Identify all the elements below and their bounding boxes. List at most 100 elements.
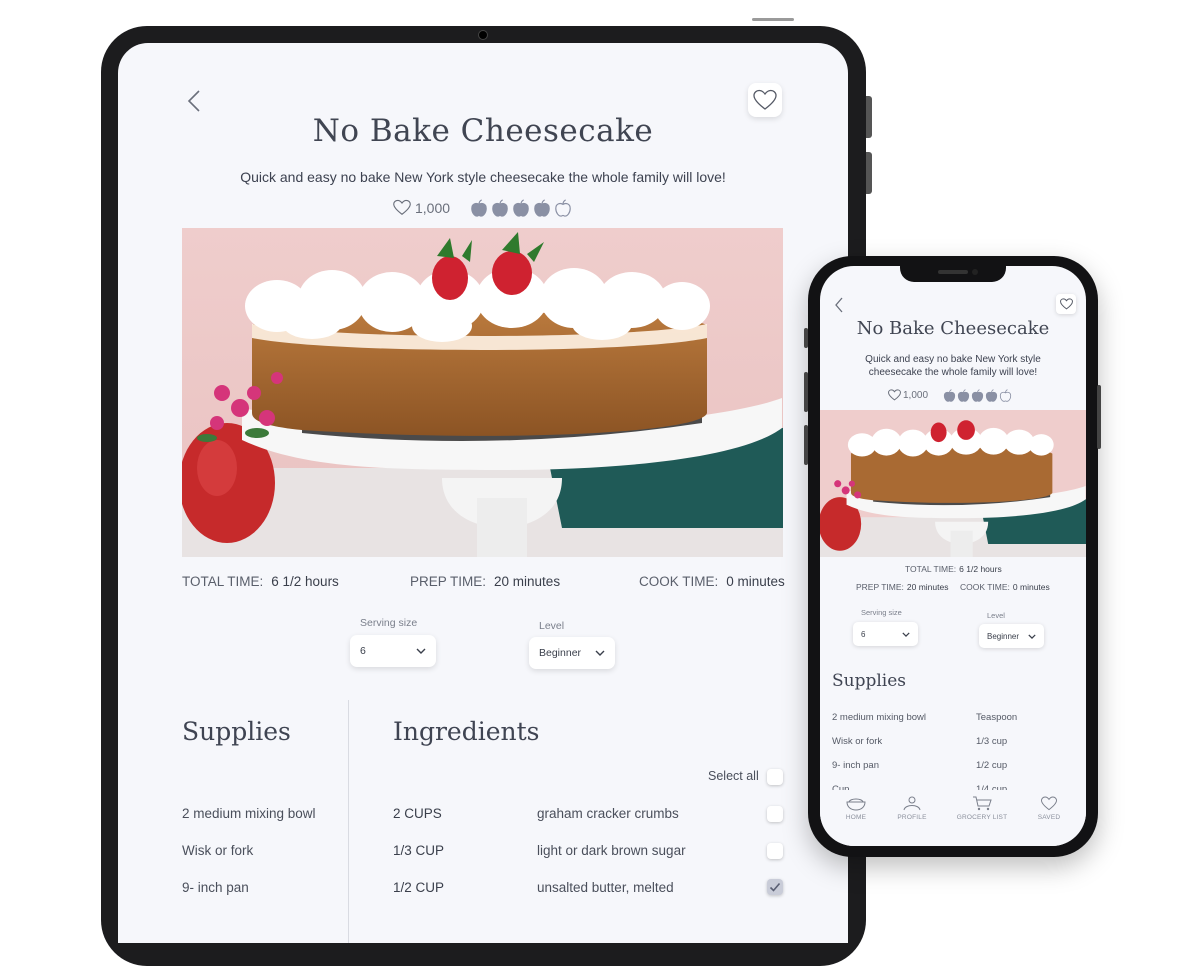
measure-item: 1/3 cup bbox=[976, 736, 1008, 747]
apple-filled-icon bbox=[471, 199, 487, 217]
cook-time: COOK TIME: 0 minutes bbox=[960, 582, 1050, 592]
prep-time-label: PREP TIME: bbox=[856, 582, 904, 592]
level-value: Beginner bbox=[539, 647, 582, 659]
level-value: Beginner bbox=[987, 631, 1020, 641]
tab-profile[interactable]: PROFILE bbox=[882, 796, 942, 821]
tablet-screen: No Bake Cheesecake Quick and easy no bak… bbox=[118, 43, 848, 943]
select-all-checkbox[interactable] bbox=[767, 769, 783, 785]
checkmark-icon bbox=[769, 882, 781, 892]
supply-item: Wisk or fork bbox=[182, 843, 254, 858]
likes-count[interactable]: 1,000 bbox=[888, 389, 928, 401]
cart-icon bbox=[973, 796, 992, 811]
total-time-label: TOTAL TIME: bbox=[905, 564, 957, 574]
total-time: TOTAL TIME: 6 1/2 hours bbox=[905, 564, 1002, 574]
tab-label: SAVED bbox=[1037, 814, 1061, 821]
difficulty-rating bbox=[943, 389, 1012, 402]
page-title: No Bake Cheesecake bbox=[312, 113, 654, 149]
total-time-value: 6 1/2 hours bbox=[271, 574, 339, 589]
cook-time-value: 0 minutes bbox=[1012, 582, 1050, 592]
prep-time: PREP TIME: 20 minutes bbox=[856, 582, 948, 592]
apple-filled-icon bbox=[513, 199, 529, 217]
apple-filled-icon bbox=[971, 389, 984, 402]
apple-filled-icon bbox=[985, 389, 998, 402]
prep-time-value: 20 minutes bbox=[906, 582, 949, 592]
phone-screen: No Bake Cheesecake Quick and easy no bak… bbox=[820, 266, 1086, 846]
total-time-value: 6 1/2 hours bbox=[959, 564, 1002, 574]
serving-size-select[interactable]: 6 bbox=[853, 622, 918, 646]
measure-item: Teaspoon bbox=[976, 712, 1018, 723]
serving-size-select[interactable]: 6 bbox=[350, 635, 436, 667]
phone-notch bbox=[900, 266, 1006, 282]
level-label: Level bbox=[539, 620, 565, 632]
ingredients-heading: Ingredients bbox=[393, 717, 540, 746]
ingredient-qty: 2 CUPS bbox=[393, 806, 442, 821]
profile-icon bbox=[903, 796, 921, 811]
level-select[interactable]: Beginner bbox=[529, 637, 615, 669]
cheesecake-image bbox=[182, 228, 783, 557]
ingredient-checkbox[interactable] bbox=[767, 843, 783, 859]
ingredient-qty: 1/2 CUP bbox=[393, 880, 445, 895]
chevron-down-icon bbox=[1028, 633, 1036, 639]
cook-time-value: 0 minutes bbox=[726, 574, 785, 589]
apple-outline-icon bbox=[555, 199, 571, 217]
ingredient-name: light or dark brown sugar bbox=[537, 843, 686, 858]
supplies-heading: Supplies bbox=[832, 671, 907, 691]
recipe-subtitle: Quick and easy no bake New York style ch… bbox=[860, 354, 1046, 379]
bowl-icon bbox=[846, 798, 866, 811]
likes-value: 1,000 bbox=[415, 199, 451, 216]
likes-value: 1,000 bbox=[903, 389, 929, 401]
tab-home[interactable]: HOME bbox=[826, 796, 886, 821]
chevron-left-icon bbox=[835, 297, 843, 313]
measure-item: 1/2 cup bbox=[976, 760, 1008, 771]
serving-size-value: 6 bbox=[360, 645, 366, 657]
heart-outline-icon bbox=[393, 199, 411, 215]
chevron-left-icon bbox=[187, 90, 200, 112]
phone-volume-button bbox=[804, 425, 808, 465]
cook-time: COOK TIME: 0 minutes bbox=[639, 574, 785, 589]
cheesecake-image bbox=[820, 410, 1086, 557]
tablet-top-bar bbox=[752, 18, 794, 21]
favorite-button[interactable] bbox=[1056, 294, 1076, 314]
heart-icon bbox=[753, 89, 777, 110]
serving-size-value: 6 bbox=[861, 629, 866, 639]
recipe-photo bbox=[182, 228, 783, 557]
tab-saved[interactable]: SAVED bbox=[1019, 796, 1079, 821]
serving-size-label: Serving size bbox=[360, 617, 418, 629]
page-title: No Bake Cheesecake bbox=[856, 318, 1050, 339]
tablet-volume-button bbox=[866, 152, 872, 194]
chevron-down-icon bbox=[902, 631, 910, 637]
subtitle-line: Quick and easy no bake New York style bbox=[865, 354, 1041, 365]
supply-item: 2 medium mixing bowl bbox=[832, 712, 926, 723]
supply-item: 9- inch pan bbox=[832, 760, 880, 771]
serving-size-label: Serving size bbox=[861, 608, 902, 617]
total-time-label: TOTAL TIME: bbox=[182, 574, 264, 589]
prep-time-value: 20 minutes bbox=[494, 574, 561, 589]
cook-time-label: COOK TIME: bbox=[639, 574, 719, 589]
supply-item: 9- inch pan bbox=[182, 880, 249, 895]
chevron-down-icon bbox=[595, 650, 605, 656]
tablet-camera bbox=[478, 30, 488, 40]
select-all-label: Select all bbox=[708, 769, 759, 783]
ingredient-checkbox-checked[interactable] bbox=[767, 879, 783, 895]
supplies-heading: Supplies bbox=[182, 717, 291, 746]
likes-count[interactable]: 1,000 bbox=[393, 199, 450, 216]
favorite-button[interactable] bbox=[748, 83, 782, 117]
supply-item: Wisk or fork bbox=[832, 736, 883, 747]
back-button[interactable] bbox=[834, 297, 844, 318]
ingredient-checkbox[interactable] bbox=[767, 806, 783, 822]
subtitle-line: cheesecake the whole family will love! bbox=[868, 366, 1038, 378]
bottom-tab-bar: HOME PROFILE GROCERY LIST SAVED bbox=[820, 790, 1086, 846]
phone-mute-switch bbox=[804, 328, 808, 348]
recipe-photo bbox=[820, 410, 1086, 557]
recipe-subtitle: Quick and easy no bake New York style ch… bbox=[240, 169, 726, 185]
heart-outline-icon bbox=[888, 389, 901, 401]
level-select[interactable]: Beginner bbox=[979, 624, 1044, 648]
total-time: TOTAL TIME: 6 1/2 hours bbox=[182, 574, 339, 589]
tab-grocery-list[interactable]: GROCERY LIST bbox=[952, 796, 1012, 821]
phone-power-button bbox=[1097, 385, 1101, 449]
apple-outline-icon bbox=[999, 389, 1012, 402]
level-label: Level bbox=[987, 611, 1005, 620]
tab-label: PROFILE bbox=[897, 814, 927, 821]
apple-filled-icon bbox=[492, 199, 508, 217]
heart-icon bbox=[1059, 298, 1073, 310]
